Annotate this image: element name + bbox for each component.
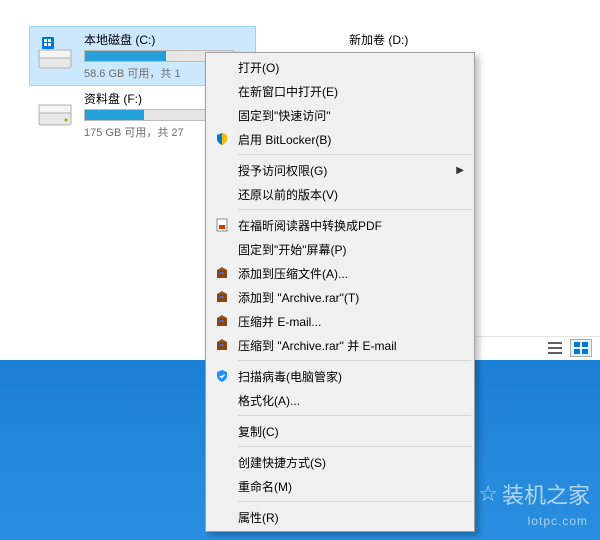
chevron-right-icon: ▶ bbox=[456, 165, 464, 176]
menu-compress-email[interactable]: 压缩并 E-mail... bbox=[208, 309, 472, 333]
winrar-icon bbox=[213, 336, 231, 354]
menu-separator bbox=[238, 501, 471, 502]
antivirus-icon bbox=[213, 367, 231, 385]
menu-copy[interactable]: 复制(C) bbox=[208, 419, 472, 443]
winrar-icon bbox=[213, 264, 231, 282]
view-tiles-button[interactable] bbox=[570, 339, 592, 357]
menu-create-shortcut[interactable]: 创建快捷方式(S) bbox=[208, 450, 472, 474]
menu-pin-quick-access[interactable]: 固定到"快速访问" bbox=[208, 103, 472, 127]
menu-separator bbox=[238, 360, 471, 361]
winrar-icon bbox=[213, 312, 231, 330]
menu-separator bbox=[238, 154, 471, 155]
menu-add-archive-rar[interactable]: 添加到 "Archive.rar"(T) bbox=[208, 285, 472, 309]
menu-compress-to-email[interactable]: 压缩到 "Archive.rar" 并 E-mail bbox=[208, 333, 472, 357]
menu-grant-access[interactable]: 授予访问权限(G) ▶ bbox=[208, 158, 472, 182]
menu-format[interactable]: 格式化(A)... bbox=[208, 388, 472, 412]
context-menu: 打开(O) 在新窗口中打开(E) 固定到"快速访问" 启用 BitLocker(… bbox=[205, 52, 475, 532]
drive-icon bbox=[34, 90, 76, 132]
shield-icon bbox=[213, 130, 231, 148]
menu-rename[interactable]: 重命名(M) bbox=[208, 474, 472, 498]
drive-label: 新加卷 (D:) bbox=[349, 31, 408, 48]
menu-pin-start[interactable]: 固定到"开始"屏幕(P) bbox=[208, 237, 472, 261]
menu-bitlocker[interactable]: 启用 BitLocker(B) bbox=[208, 127, 472, 151]
menu-restore-previous[interactable]: 还原以前的版本(V) bbox=[208, 182, 472, 206]
menu-open[interactable]: 打开(O) bbox=[208, 55, 472, 79]
star-icon: ☆ bbox=[478, 481, 498, 507]
menu-add-archive[interactable]: 添加到压缩文件(A)... bbox=[208, 261, 472, 285]
pdf-icon bbox=[213, 216, 231, 234]
drive-d[interactable]: 新加卷 (D:) bbox=[345, 27, 575, 54]
menu-separator bbox=[238, 446, 471, 447]
winrar-icon bbox=[213, 288, 231, 306]
menu-properties[interactable]: 属性(R) bbox=[208, 505, 472, 529]
menu-separator bbox=[238, 209, 471, 210]
drive-icon bbox=[34, 31, 76, 73]
menu-foxit-pdf[interactable]: 在福昕阅读器中转换成PDF bbox=[208, 213, 472, 237]
menu-scan-virus[interactable]: 扫描病毒(电脑管家) bbox=[208, 364, 472, 388]
view-details-button[interactable] bbox=[544, 339, 566, 357]
watermark-url: lotpc.com bbox=[528, 514, 588, 528]
menu-separator bbox=[238, 415, 471, 416]
watermark: ☆ 装机之家 bbox=[478, 478, 590, 510]
drive-label: 本地磁盘 (C:) bbox=[84, 31, 234, 48]
menu-open-new-window[interactable]: 在新窗口中打开(E) bbox=[208, 79, 472, 103]
